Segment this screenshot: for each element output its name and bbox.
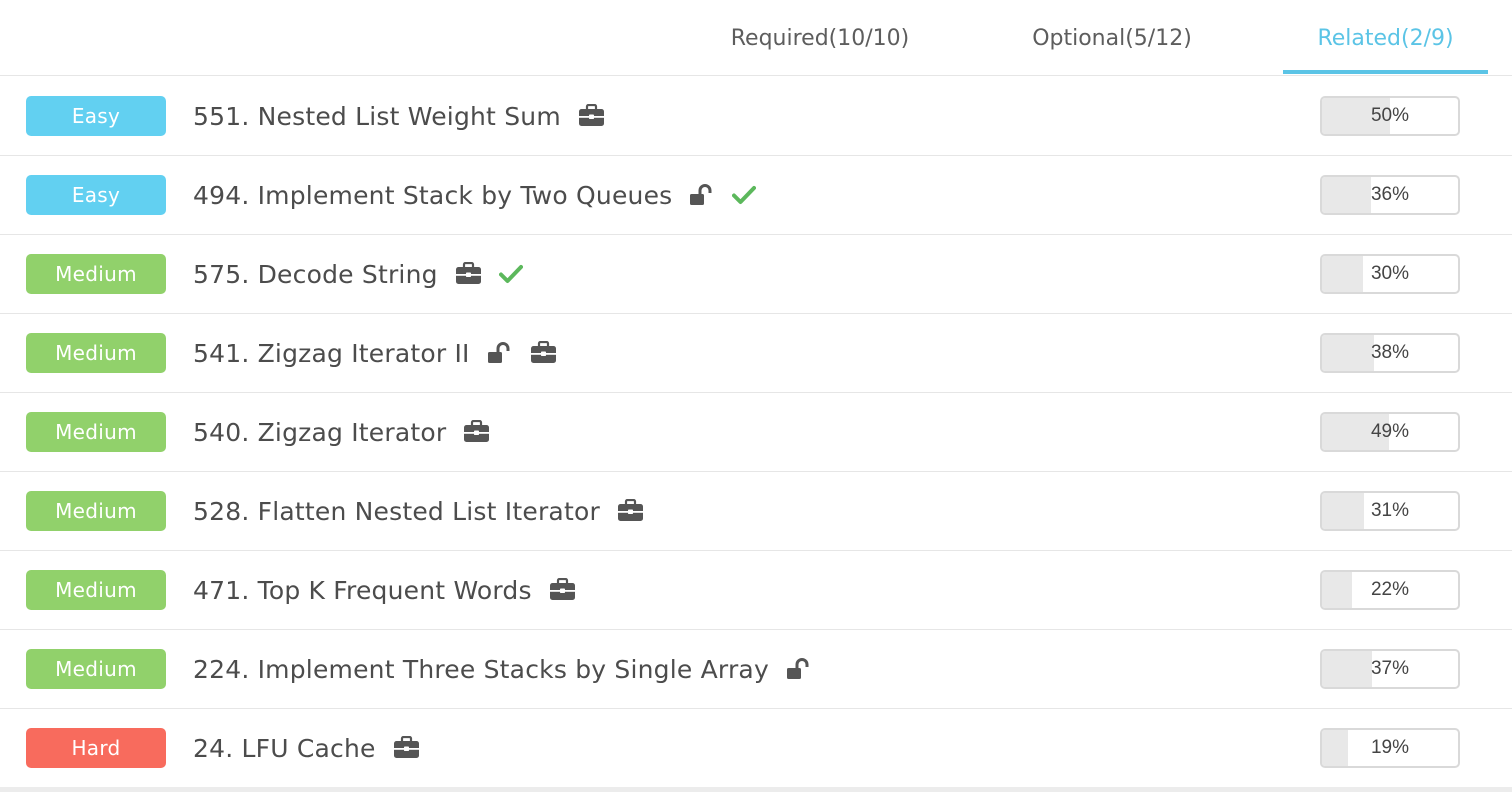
- problem-title-group: 528. Flatten Nested List Iterator: [193, 472, 644, 550]
- pass-rate-label: 37%: [1370, 658, 1410, 679]
- problem-title-link[interactable]: 494. Implement Stack by Two Queues: [193, 181, 672, 210]
- briefcase-icon: [530, 341, 557, 365]
- problem-row[interactable]: Medium 471. Top K Frequent Words 22%: [0, 551, 1512, 630]
- pass-rate-label: 49%: [1370, 421, 1410, 442]
- difficulty-badge: Medium: [26, 491, 166, 531]
- pass-rate-label: 30%: [1370, 263, 1410, 284]
- unlock-icon: [487, 342, 513, 364]
- briefcase-icon: [463, 420, 490, 444]
- pass-rate-bar: 36%: [1320, 175, 1460, 215]
- problem-title-group: 471. Top K Frequent Words: [193, 551, 576, 629]
- problem-title-link[interactable]: 224. Implement Three Stacks by Single Ar…: [193, 655, 769, 684]
- problem-row[interactable]: Medium 540. Zigzag Iterator 49%: [0, 393, 1512, 472]
- problem-title-group: 494. Implement Stack by Two Queues: [193, 156, 757, 234]
- tab-related[interactable]: Related(2/9): [1283, 0, 1488, 76]
- solved-check-icon: [732, 185, 757, 205]
- problem-title-group: 551. Nested List Weight Sum: [193, 77, 605, 155]
- problem-row[interactable]: Easy 494. Implement Stack by Two Queues: [0, 156, 1512, 235]
- difficulty-badge: Easy: [26, 96, 166, 136]
- difficulty-badge: Easy: [26, 175, 166, 215]
- problem-row[interactable]: Medium 541. Zigzag Iterator II 38%: [0, 314, 1512, 393]
- problem-row[interactable]: Medium 528. Flatten Nested List Iterator: [0, 472, 1512, 551]
- problem-title-group: 575. Decode String: [193, 235, 523, 313]
- problem-title-link[interactable]: 575. Decode String: [193, 260, 438, 289]
- pass-rate-label: 38%: [1370, 342, 1410, 363]
- problem-title-group: 540. Zigzag Iterator: [193, 393, 490, 471]
- pass-rate-label: 36%: [1370, 184, 1410, 205]
- problem-title-link[interactable]: 471. Top K Frequent Words: [193, 576, 532, 605]
- pass-rate-bar: 38%: [1320, 333, 1460, 373]
- problem-title-group: 224. Implement Three Stacks by Single Ar…: [193, 630, 812, 708]
- list-bottom-divider: [0, 787, 1512, 792]
- pass-rate-bar: 19%: [1320, 728, 1460, 768]
- tab-required[interactable]: Required(10/10): [690, 0, 950, 76]
- problem-title-link[interactable]: 541. Zigzag Iterator II: [193, 339, 470, 368]
- pass-rate-bar: 37%: [1320, 649, 1460, 689]
- briefcase-icon: [617, 499, 644, 523]
- problem-row[interactable]: Medium 575. Decode String 30%: [0, 235, 1512, 314]
- pass-rate-bar: 49%: [1320, 412, 1460, 452]
- difficulty-badge: Medium: [26, 254, 166, 294]
- difficulty-badge: Medium: [26, 412, 166, 452]
- briefcase-icon: [578, 104, 605, 128]
- problem-title-link[interactable]: 540. Zigzag Iterator: [193, 418, 446, 447]
- problem-title-link[interactable]: 528. Flatten Nested List Iterator: [193, 497, 600, 526]
- difficulty-badge: Medium: [26, 333, 166, 373]
- pass-rate-label: 22%: [1370, 579, 1410, 600]
- difficulty-badge: Medium: [26, 649, 166, 689]
- pass-rate-label: 19%: [1370, 737, 1410, 758]
- problem-row[interactable]: Easy 551. Nested List Weight Sum 50%: [0, 77, 1512, 156]
- problem-title-link[interactable]: 24. LFU Cache: [193, 734, 376, 763]
- problem-title-group: 24. LFU Cache: [193, 709, 420, 787]
- problem-row[interactable]: Medium 224. Implement Three Stacks by Si…: [0, 630, 1512, 709]
- problem-title-group: 541. Zigzag Iterator II: [193, 314, 557, 392]
- problem-list: Easy 551. Nested List Weight Sum 50% Eas…: [0, 77, 1512, 788]
- unlock-icon: [689, 184, 715, 206]
- pass-rate-bar: 50%: [1320, 96, 1460, 136]
- pass-rate-bar: 30%: [1320, 254, 1460, 294]
- difficulty-badge: Medium: [26, 570, 166, 610]
- unlock-icon: [786, 658, 812, 680]
- tab-optional[interactable]: Optional(5/12): [980, 0, 1244, 76]
- briefcase-icon: [455, 262, 482, 286]
- pass-rate-bar: 22%: [1320, 570, 1460, 610]
- solved-check-icon: [498, 264, 523, 284]
- problem-tabs: Required(10/10) Optional(5/12) Related(2…: [0, 0, 1512, 76]
- difficulty-badge: Hard: [26, 728, 166, 768]
- briefcase-icon: [549, 578, 576, 602]
- problem-title-link[interactable]: 551. Nested List Weight Sum: [193, 102, 561, 131]
- pass-rate-label: 50%: [1370, 105, 1410, 126]
- problem-row[interactable]: Hard 24. LFU Cache 19%: [0, 709, 1512, 788]
- pass-rate-bar: 31%: [1320, 491, 1460, 531]
- briefcase-icon: [393, 736, 420, 760]
- pass-rate-label: 31%: [1370, 500, 1410, 521]
